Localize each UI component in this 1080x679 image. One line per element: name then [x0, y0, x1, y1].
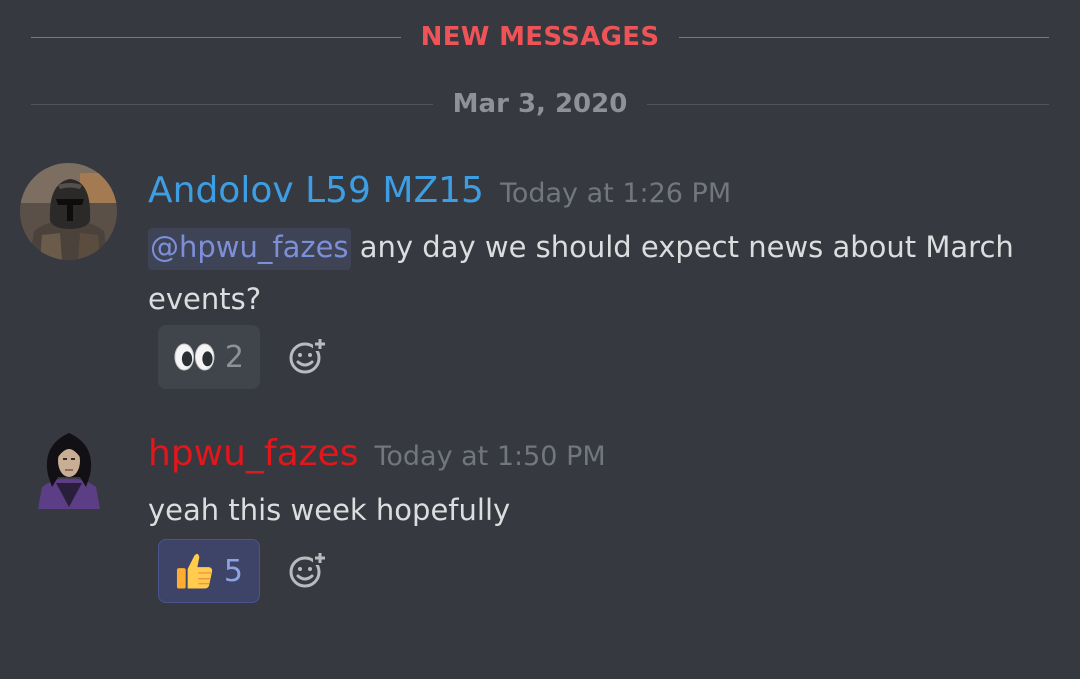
date-divider: Mar 3, 2020 — [31, 84, 1049, 124]
message-content: yeah this week hopefully — [148, 484, 1028, 536]
reaction-count: 5 — [223, 553, 243, 589]
add-reaction-icon[interactable] — [287, 336, 327, 376]
author-name[interactable]: Andolov L59 MZ15 — [148, 170, 484, 211]
message-timestamp: Today at 1:50 PM — [374, 441, 606, 472]
chat-message-list: NEW MESSAGES Mar 3, 2020 Andolov L59 MZ1… — [0, 0, 1080, 679]
message-timestamp: Today at 1:26 PM — [499, 178, 732, 209]
message-header: Andolov L59 MZ15 Today at 1:26 PM — [148, 170, 731, 211]
divider-line-right — [647, 103, 1049, 105]
reaction-button[interactable]: 5 — [158, 539, 260, 603]
new-messages-divider: NEW MESSAGES — [31, 17, 1049, 57]
thumbs-up-emoji-icon — [176, 553, 213, 589]
user-mention[interactable]: @hpwu_fazes — [148, 228, 351, 270]
new-messages-label: NEW MESSAGES — [420, 22, 660, 52]
author-name[interactable]: hpwu_fazes — [148, 433, 358, 474]
message-content: @hpwu_fazes any day we should expect new… — [148, 221, 1028, 325]
reaction-button[interactable]: 2 — [158, 325, 260, 389]
avatar[interactable] — [20, 163, 117, 260]
date-label: Mar 3, 2020 — [452, 89, 628, 119]
message-header: hpwu_fazes Today at 1:50 PM — [148, 433, 606, 474]
divider-line-left — [31, 36, 401, 38]
divider-line-left — [31, 103, 433, 105]
armored-helmet-avatar-icon — [20, 163, 117, 260]
reaction-count: 2 — [224, 339, 244, 375]
dark-haired-wizard-avatar-icon — [38, 433, 100, 509]
message-text: yeah this week hopefully — [148, 493, 511, 527]
add-reaction-icon[interactable] — [287, 550, 327, 590]
eyes-emoji-icon — [174, 343, 215, 371]
avatar[interactable] — [36, 427, 102, 509]
divider-line-right — [679, 36, 1049, 38]
